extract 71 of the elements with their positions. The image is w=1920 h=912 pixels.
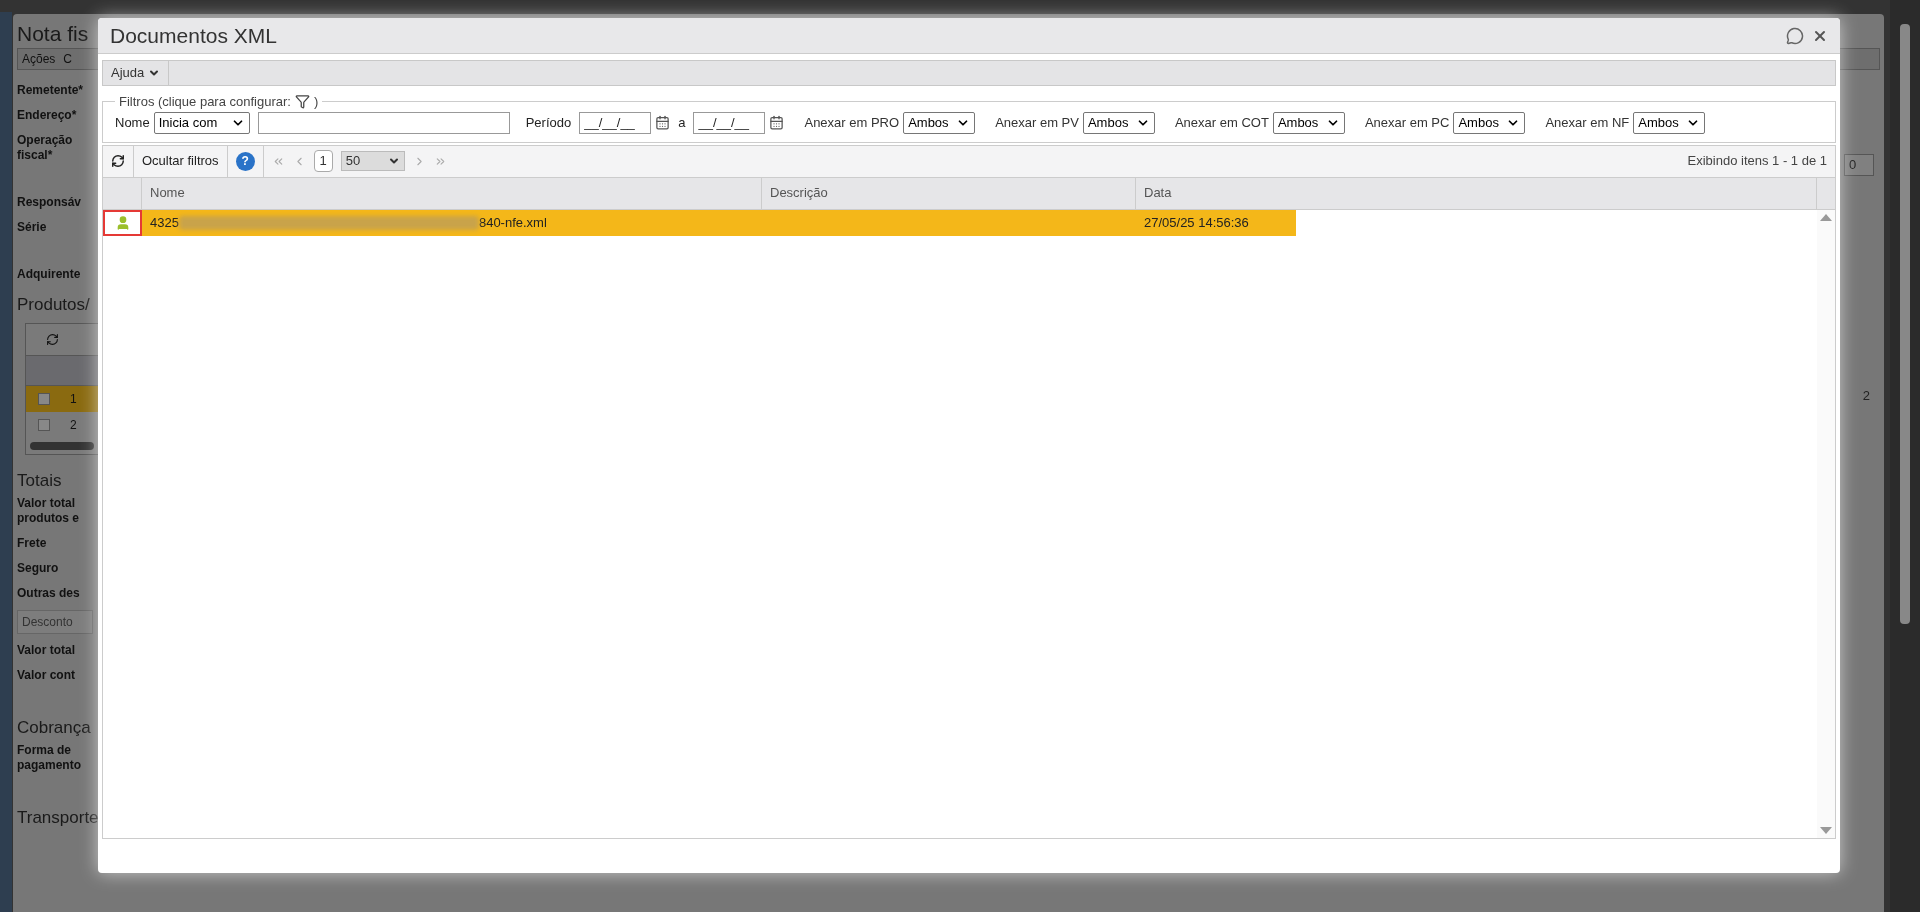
attach-label: Anexar em PC <box>1364 113 1450 132</box>
attach-label: Anexar em PV <box>995 113 1079 132</box>
date-cell: 27/05/25 14:56:36 <box>1136 209 1296 236</box>
filters-legend-end: ) <box>313 93 319 111</box>
chat-icon[interactable] <box>1786 26 1804 45</box>
refresh-icon <box>111 154 125 168</box>
scroll-down-icon[interactable] <box>1820 827 1832 834</box>
help-icon[interactable]: ? <box>235 151 255 171</box>
form-label: Endereço* <box>17 108 78 123</box>
file-name-end: 840-nfe.xml <box>478 213 547 232</box>
form-label: Frete <box>17 536 48 551</box>
operator-select[interactable]: Inicia com <box>153 111 250 134</box>
scrollbar[interactable] <box>30 442 94 450</box>
form-label: Seguro <box>17 561 60 576</box>
attach-select[interactable]: Ambos <box>1272 111 1345 134</box>
form-label: Outras des <box>17 586 81 601</box>
scrollbar-thumb[interactable] <box>1900 24 1910 624</box>
form-label: Valor total <box>17 643 76 658</box>
row-checkbox[interactable] <box>38 419 50 431</box>
date-to-field[interactable]: __/__/__ <box>693 111 766 134</box>
attach-label: Anexar em NF <box>1545 113 1630 132</box>
form-label: Forma de pagamento <box>17 743 82 773</box>
column-header[interactable]: Data <box>1136 177 1817 209</box>
form-label: Remetente* <box>17 83 85 98</box>
section-title: Produtos/ <box>17 295 90 315</box>
row-number: 1 <box>70 391 77 408</box>
row-number: 2 <box>70 417 77 434</box>
form-label: Adquirente <box>17 267 82 282</box>
period-label: Período <box>525 113 572 132</box>
file-name-start: 4325 <box>150 213 179 232</box>
filters-legend: Filtros (clique para configurar: <box>119 92 291 112</box>
name-label: Nome <box>115 113 150 132</box>
name-input[interactable] <box>257 111 510 134</box>
calendar-icon[interactable] <box>655 115 671 130</box>
form-label: Valor total produtos e <box>17 496 80 526</box>
page-count: 2 <box>1862 387 1870 405</box>
page-title: Nota fis <box>16 21 90 47</box>
form-label: Valor cont <box>17 668 76 683</box>
help-menu[interactable]: Ajuda <box>103 61 170 85</box>
section-title: Transporte <box>17 808 99 828</box>
attach-select[interactable]: Ambos <box>1082 111 1155 134</box>
page-size-select[interactable]: 50 <box>340 151 405 171</box>
number-field[interactable]: 0 <box>1844 154 1874 176</box>
filter-icon[interactable] <box>294 94 310 110</box>
form-label: Operação fiscal* <box>17 133 74 163</box>
date-from-field[interactable]: __/__/__ <box>579 111 652 134</box>
attach-select[interactable]: Ambos <box>1453 111 1526 134</box>
section-title: Cobrança <box>17 718 91 738</box>
attach-select[interactable]: Ambos <box>1633 111 1706 134</box>
attach-select[interactable]: Ambos <box>903 111 976 134</box>
calendar-icon[interactable] <box>769 115 785 130</box>
items-status: Exibindo itens 1 - 1 de 1 <box>1687 152 1827 171</box>
form-label: Responsáv <box>17 195 83 210</box>
column-header[interactable]: Descrição <box>762 177 1136 209</box>
attach-label: Anexar em COT <box>1174 113 1269 132</box>
grid-row[interactable]: 1 <box>26 386 98 412</box>
refresh-icon[interactable] <box>46 333 59 346</box>
file-row[interactable]: 4325 840-nfe.xml 27/05/25 14:56:36 <box>103 209 1817 236</box>
form-label: Série <box>17 220 48 235</box>
page-number[interactable]: 1 <box>313 150 333 172</box>
menu-item[interactable]: Ações <box>22 50 56 68</box>
dialog-title: Documentos XML <box>110 22 277 49</box>
hide-filters-button[interactable]: Ocultar filtros <box>134 145 228 177</box>
period-separator: a <box>678 113 686 132</box>
scroll-up-icon[interactable] <box>1820 213 1832 221</box>
row-icon-cell[interactable] <box>103 209 142 236</box>
column-header[interactable]: Nome <box>142 177 762 209</box>
row-checkbox[interactable] <box>38 393 50 405</box>
attach-label: Anexar em PRO <box>804 113 900 132</box>
menu-item[interactable]: C <box>63 50 73 68</box>
section-title: Totais <box>17 471 62 491</box>
